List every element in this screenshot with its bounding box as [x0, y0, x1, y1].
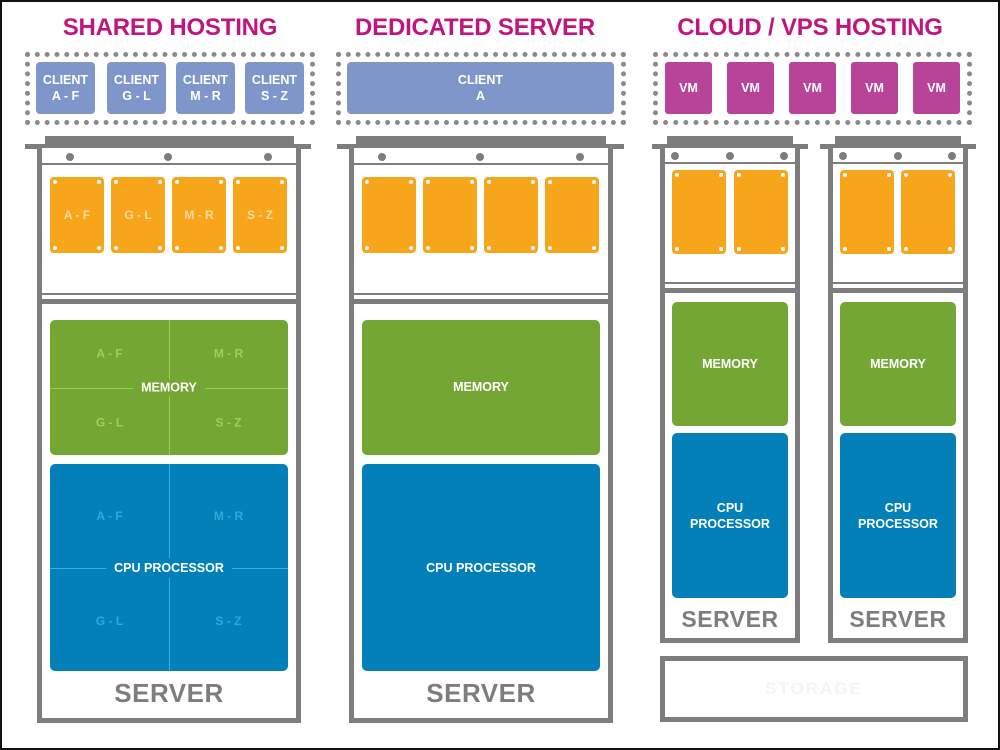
screw-icon — [726, 152, 734, 160]
server-label: SERVER — [114, 678, 224, 708]
divider — [665, 288, 795, 293]
storage-box: STORAGE — [660, 656, 968, 722]
client-label: CLIENT — [113, 73, 160, 87]
screw-icon — [576, 153, 584, 161]
hard-drive: M - R — [172, 177, 226, 253]
client-range: M - R — [190, 89, 221, 103]
screw-icon — [894, 152, 902, 160]
dedicated-server-title: DEDICATED SERVER — [355, 14, 595, 41]
cpu-block: CPU PROCESSOR — [362, 464, 600, 671]
divider — [833, 162, 963, 164]
client-box: CLIENT M - R — [176, 62, 235, 114]
hard-drive — [840, 170, 894, 254]
drive-label: G - L — [124, 208, 152, 222]
memory-block: A - F M - R G - L S - Z MEMORY — [50, 320, 288, 455]
vm-box: VM — [665, 62, 712, 114]
vm-box: VM — [913, 62, 960, 114]
cpu-block: A - F M - R G - L S - Z CPU PROCESSOR — [50, 464, 288, 671]
server-label: SERVER — [426, 678, 536, 708]
cpu-label: CPU PROCESSOR — [426, 560, 536, 575]
divider — [42, 163, 296, 165]
memory-quadrant-label: S - Z — [215, 415, 242, 430]
hard-drive — [484, 177, 538, 253]
drive-label: A - F — [63, 208, 91, 222]
cpu-block: CPU PROCESSOR — [672, 433, 788, 598]
vm-box: VM — [727, 62, 774, 114]
screw-icon — [476, 153, 484, 161]
cpu-label: CPU — [716, 500, 744, 515]
hard-drive — [545, 177, 599, 253]
cpu-label: PROCESSOR — [858, 516, 938, 531]
screw-icon — [164, 153, 172, 161]
hard-drive — [362, 177, 416, 253]
screw-icon — [839, 152, 847, 160]
hard-drive: S - Z — [233, 177, 287, 253]
divider — [42, 293, 296, 295]
divider — [354, 293, 608, 295]
shared-hosting-title: SHARED HOSTING — [62, 14, 278, 41]
client-box: CLIENT A - F — [36, 62, 95, 114]
client-label: CLIENT — [251, 73, 298, 87]
client-range: A - F — [51, 89, 80, 103]
cpu-block: CPU PROCESSOR — [840, 433, 956, 598]
drive-label: M - R — [184, 208, 214, 222]
client-range: S - Z — [260, 89, 289, 103]
cpu-quadrant-label: G - L — [95, 614, 124, 629]
memory-label: MEMORY — [453, 380, 509, 394]
vm-box: VM — [851, 62, 898, 114]
cpu-label: PROCESSOR — [690, 516, 770, 531]
divider — [354, 299, 608, 304]
memory-block: MEMORY — [840, 302, 956, 426]
hard-drive: A - F — [50, 177, 104, 253]
client-box: CLIENT A — [347, 62, 614, 114]
cpu-label: CPU PROCESSOR — [106, 557, 232, 578]
client-box: CLIENT S - Z — [245, 62, 304, 114]
storage-label: STORAGE — [765, 679, 863, 698]
cpu-label: CPU — [884, 500, 912, 515]
drive-label: S - Z — [247, 208, 273, 222]
memory-label: MEMORY — [133, 379, 205, 396]
screw-icon — [264, 153, 272, 161]
divider — [833, 288, 963, 293]
screw-icon — [780, 152, 788, 160]
server-label: SERVER — [681, 606, 779, 632]
memory-block: MEMORY — [672, 302, 788, 426]
screw-icon — [948, 152, 956, 160]
client-label: CLIENT — [457, 73, 504, 87]
client-label: CLIENT — [42, 73, 89, 87]
client-label: CLIENT — [182, 73, 229, 87]
screw-icon — [671, 152, 679, 160]
screw-icon — [378, 153, 386, 161]
memory-block: MEMORY — [362, 320, 600, 455]
cloud-vps-title: CLOUD / VPS HOSTING — [677, 14, 943, 41]
hard-drive — [672, 170, 726, 254]
divider — [42, 299, 296, 304]
divider — [665, 282, 795, 284]
memory-quadrant-label: G - L — [95, 415, 124, 430]
cpu-quadrant-label: M - R — [213, 508, 244, 523]
vm-box: VM — [789, 62, 836, 114]
memory-quadrant-label: M - R — [213, 346, 244, 361]
server-label: SERVER — [849, 606, 947, 632]
hard-drive: G - L — [111, 177, 165, 253]
cpu-quadrant-label: S - Z — [215, 614, 242, 629]
divider — [833, 282, 963, 284]
hard-drive — [901, 170, 955, 254]
screw-icon — [66, 153, 74, 161]
hard-drive — [734, 170, 788, 254]
client-range: A — [475, 89, 486, 103]
divider — [665, 162, 795, 164]
client-box: CLIENT G - L — [107, 62, 166, 114]
memory-quadrant-label: A - F — [96, 346, 123, 361]
hard-drive — [423, 177, 477, 253]
memory-label: MEMORY — [702, 356, 758, 371]
cpu-quadrant-label: A - F — [96, 508, 123, 523]
client-range: G - L — [122, 89, 151, 103]
memory-label: MEMORY — [870, 356, 926, 371]
divider — [354, 163, 608, 165]
